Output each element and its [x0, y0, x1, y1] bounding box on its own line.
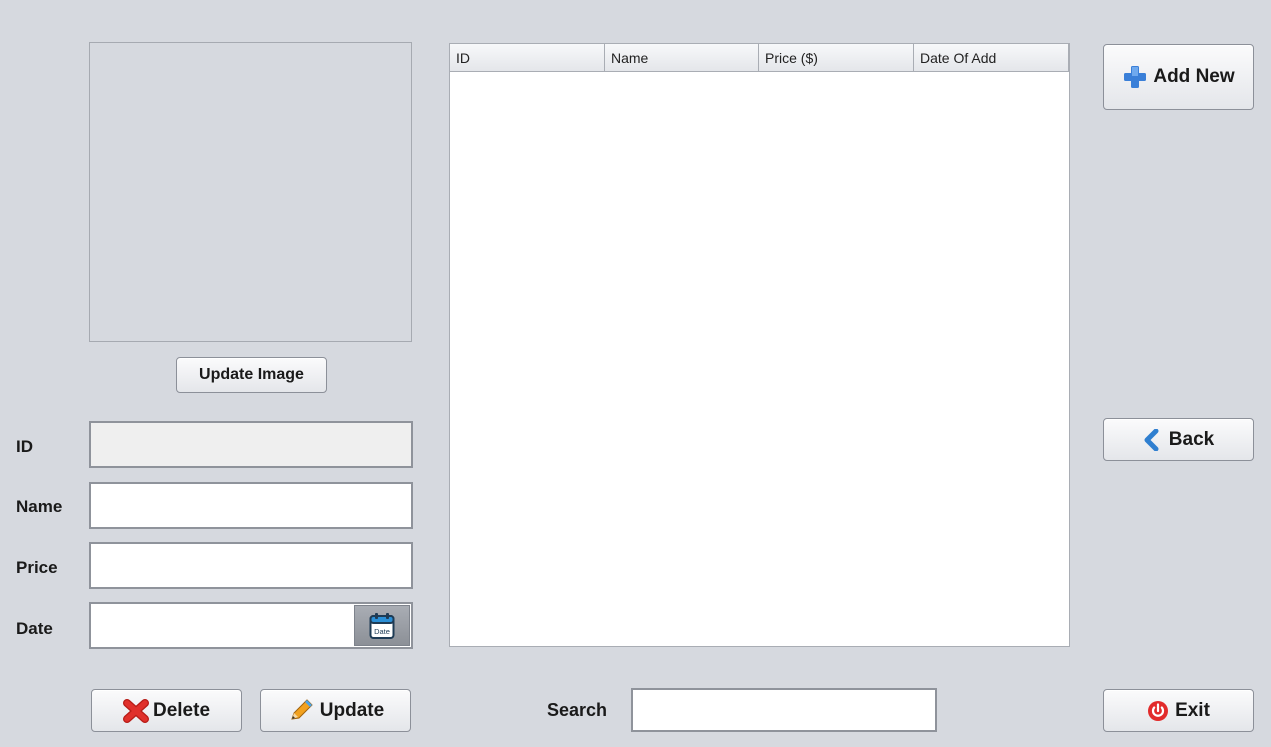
back-button[interactable]: Back	[1103, 418, 1254, 461]
price-input[interactable]	[91, 544, 411, 587]
date-input[interactable]	[91, 604, 350, 647]
delete-button[interactable]: Delete	[91, 689, 242, 732]
search-label: Search	[547, 700, 608, 720]
price-label: Price	[16, 558, 58, 577]
power-icon	[1148, 700, 1169, 721]
date-picker-button[interactable]: Date	[354, 605, 410, 646]
add-new-button[interactable]: Add New	[1103, 44, 1254, 110]
exit-button[interactable]: Exit	[1103, 689, 1254, 732]
date-field[interactable]: Date	[89, 602, 413, 649]
product-image-preview	[89, 42, 412, 342]
search-field[interactable]	[631, 688, 937, 732]
update-label: Update	[319, 699, 385, 721]
column-header-price[interactable]: Price ($)	[759, 44, 914, 71]
add-new-label: Add New	[1153, 66, 1235, 87]
id-label: ID	[16, 437, 33, 456]
id-field[interactable]	[89, 421, 413, 468]
calendar-icon-text: Date	[374, 627, 390, 636]
red-x-icon	[122, 698, 149, 723]
exit-label: Exit	[1175, 699, 1210, 721]
update-image-button[interactable]: Update Image	[176, 357, 327, 393]
price-field[interactable]	[89, 542, 413, 589]
pencil-icon	[291, 698, 313, 720]
chevron-left-icon	[1144, 428, 1159, 451]
products-table[interactable]: ID Name Price ($) Date Of Add	[449, 43, 1070, 647]
table-header: ID Name Price ($) Date Of Add	[450, 44, 1069, 72]
update-image-label: Update Image	[199, 366, 304, 383]
column-header-name[interactable]: Name	[605, 44, 759, 71]
column-header-date-of-add[interactable]: Date Of Add	[914, 44, 1069, 71]
date-label: Date	[16, 619, 53, 638]
name-label: Name	[16, 497, 63, 516]
plus-icon	[1124, 66, 1147, 88]
id-input[interactable]	[91, 423, 411, 466]
back-label: Back	[1168, 428, 1215, 450]
table-body	[450, 72, 1069, 647]
delete-label: Delete	[152, 699, 211, 721]
update-button[interactable]: Update	[260, 689, 411, 732]
name-field[interactable]	[89, 482, 413, 529]
calendar-icon: Date	[369, 612, 395, 639]
search-input[interactable]	[633, 690, 935, 730]
column-header-id[interactable]: ID	[450, 44, 605, 71]
name-input[interactable]	[91, 484, 411, 527]
